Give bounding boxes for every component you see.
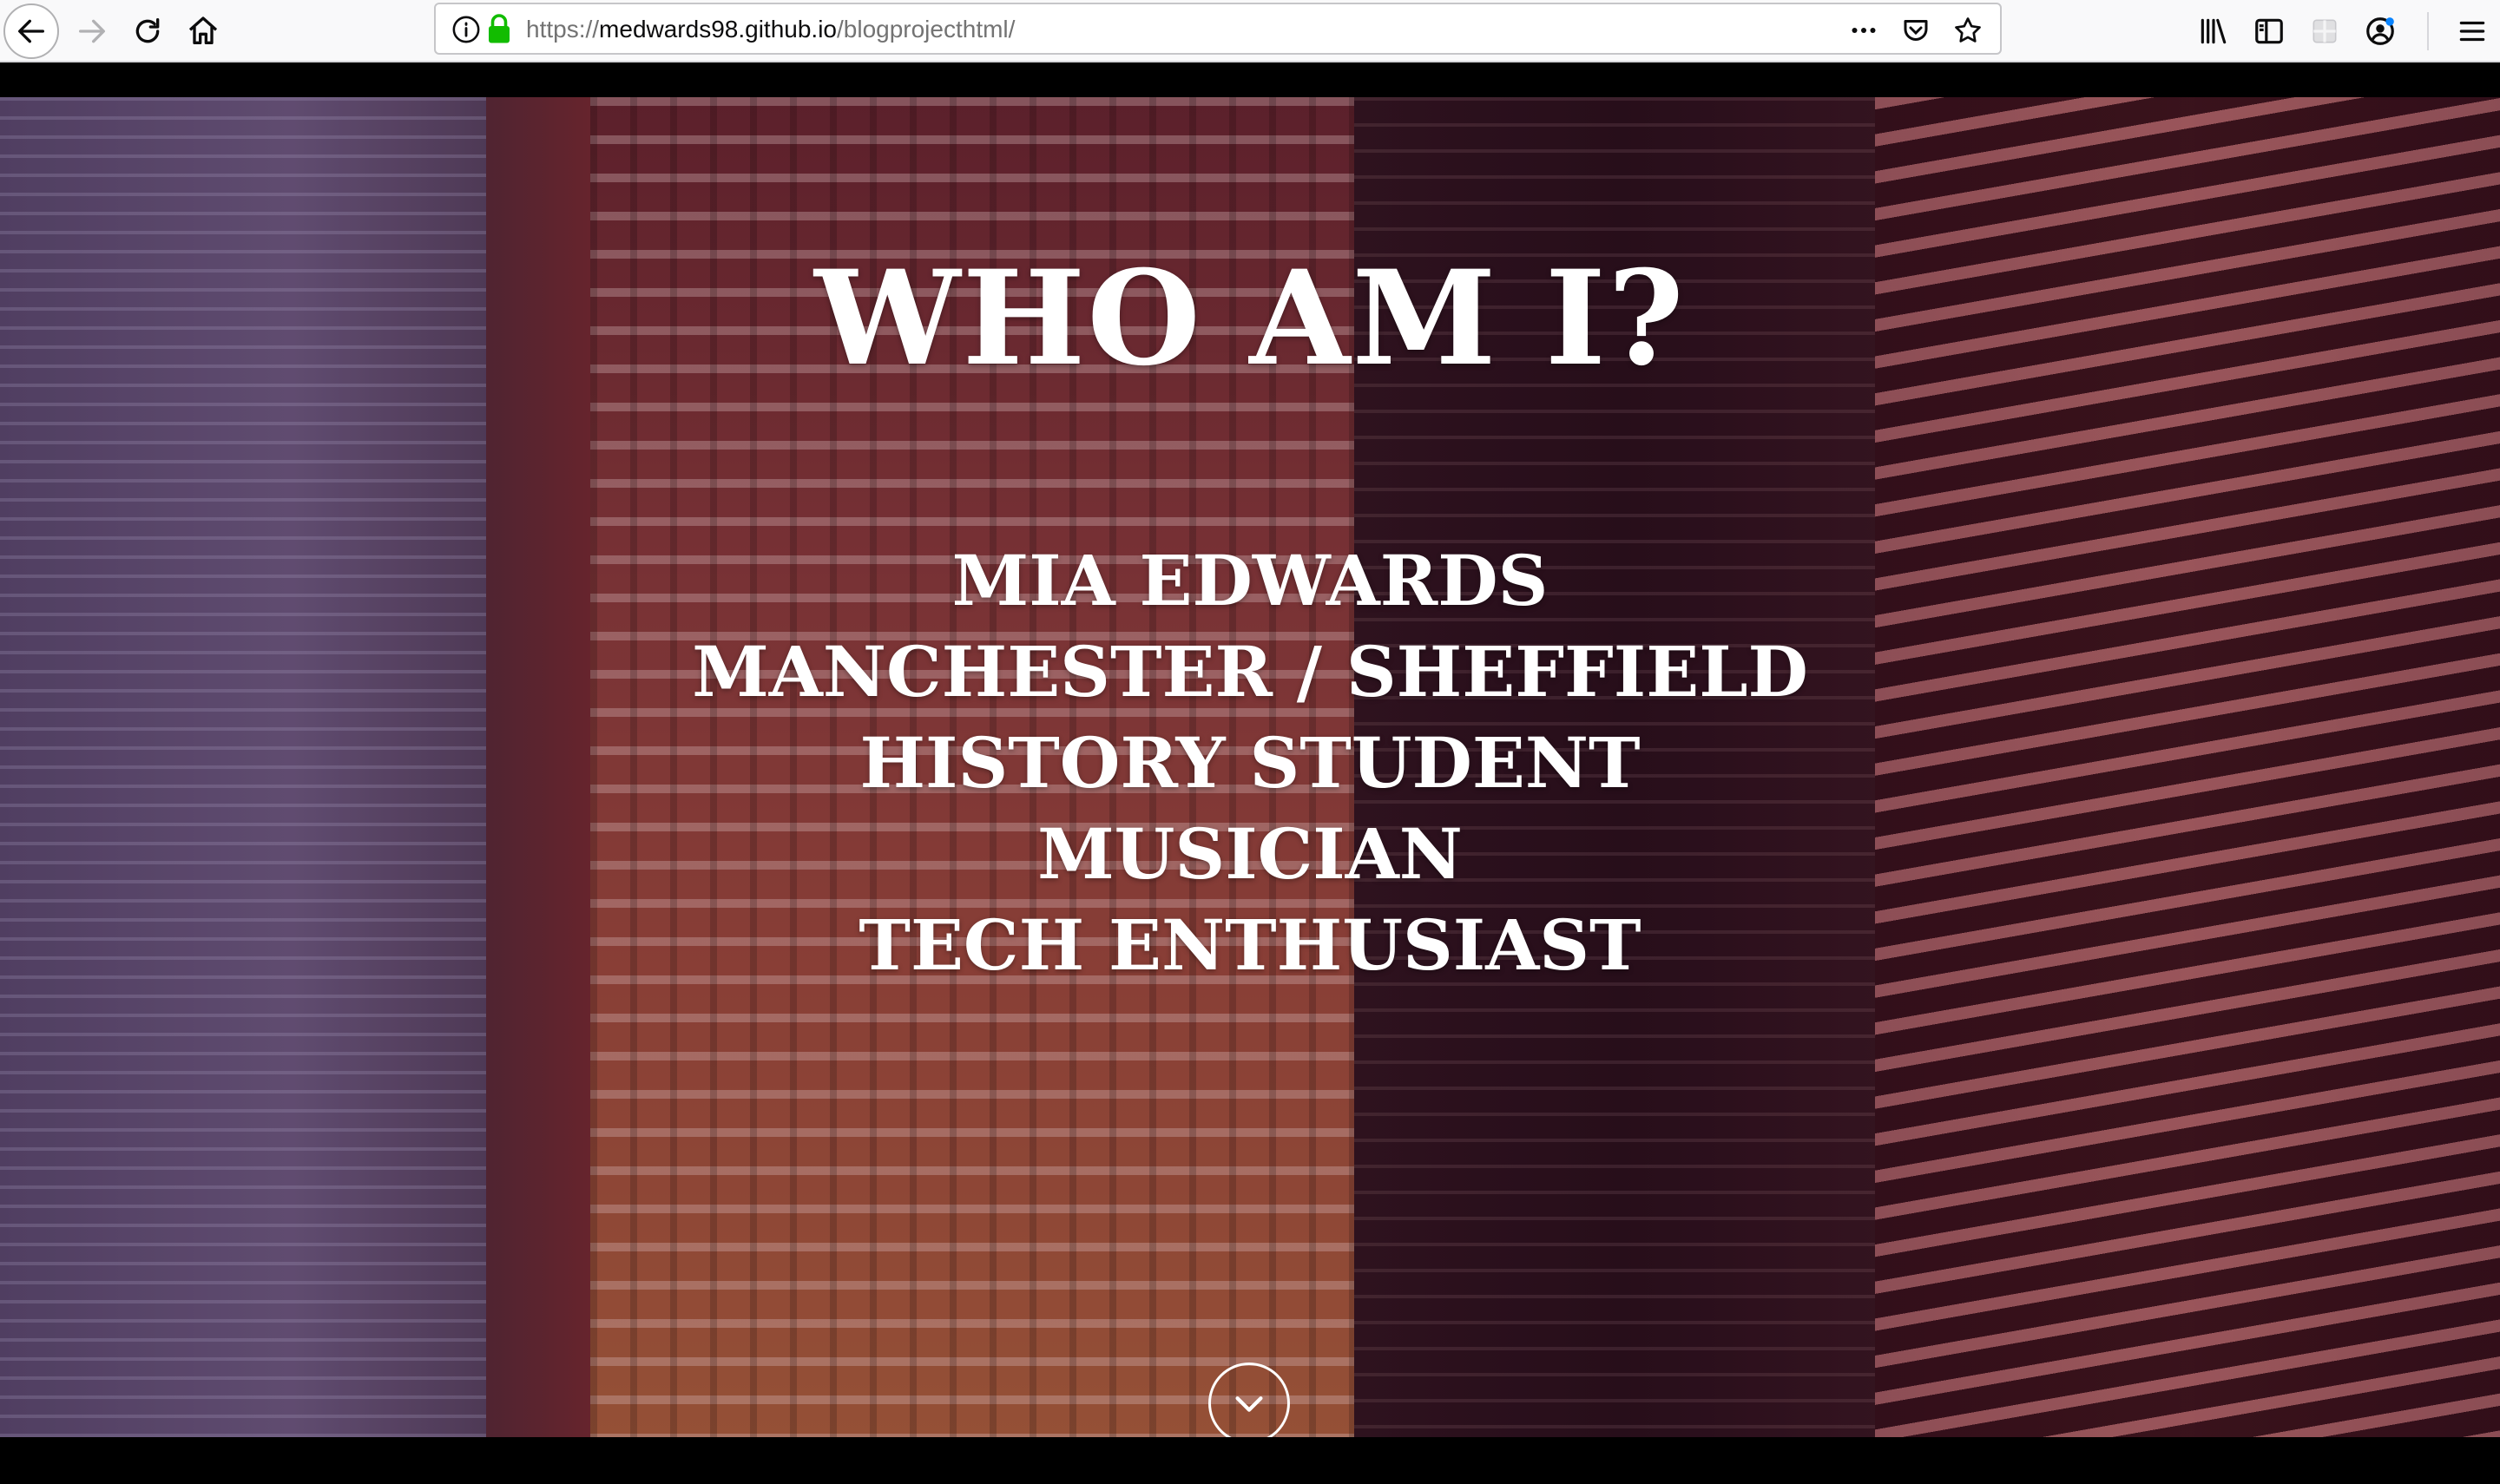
about-list: MIA EDWARDS MANCHESTER / SHEFFIELD HISTO… [0, 535, 2500, 991]
home-icon [188, 16, 218, 44]
browser-toolbar: https://medwards98.github.io/blogproject… [0, 0, 2500, 62]
toolbar-right-icons [2186, 3, 2500, 59]
page-bottom-bar [0, 1437, 2500, 1484]
page-top-bar [0, 62, 2500, 97]
home-button[interactable] [175, 3, 231, 59]
library-button[interactable] [2186, 3, 2241, 59]
about-occupation: HISTORY STUDENT [859, 722, 1641, 804]
scroll-down-button[interactable] [1208, 1363, 1290, 1444]
hamburger-menu-icon [2459, 21, 2485, 42]
forward-arrow-icon [79, 19, 106, 43]
sidebar-icon [2255, 18, 2283, 44]
extension-button[interactable] [2297, 3, 2352, 59]
more-dots-icon [1852, 28, 1876, 33]
forward-button[interactable] [64, 3, 120, 59]
extension-icon [2312, 19, 2337, 43]
chevron-down-icon [1235, 1396, 1263, 1412]
reload-button[interactable] [120, 3, 175, 59]
about-hobby-music: MUSICIAN [1037, 813, 1463, 895]
bookmark-star-icon [1955, 17, 1981, 43]
url-bar[interactable]: https://medwards98.github.io/blogproject… [434, 3, 2002, 55]
sidebar-button[interactable] [2241, 3, 2297, 59]
account-icon [2366, 17, 2394, 45]
hero-title: WHO AM I? [814, 242, 1686, 395]
menu-button[interactable] [2444, 3, 2500, 59]
bookmark-button[interactable] [1948, 11, 1988, 49]
toolbar-separator [2427, 12, 2429, 50]
pocket-button[interactable] [1896, 11, 1936, 49]
library-icon [2201, 18, 2227, 44]
hero-section: WHO AM I? MIA EDWARDS MANCHESTER / SHEFF… [0, 97, 2500, 1437]
account-button[interactable] [2352, 3, 2408, 59]
about-location: MANCHESTER / SHEFFIELD [692, 631, 1808, 712]
about-hobby-tech: TECH ENTHUSIAST [859, 904, 1641, 986]
url-scheme: https:// [526, 16, 600, 43]
reload-icon [135, 18, 160, 43]
back-arrow-icon [18, 19, 44, 43]
lock-icon[interactable] [486, 13, 512, 44]
url-domain: medwards98.github.io [599, 16, 837, 43]
url-actions [1844, 11, 1988, 49]
about-name: MIA EDWARDS [951, 540, 1549, 621]
info-icon[interactable] [451, 15, 481, 44]
url-text[interactable]: https://medwards98.github.io/blogproject… [526, 15, 1015, 44]
page-actions-button[interactable] [1844, 11, 1884, 49]
back-button[interactable] [3, 3, 59, 59]
pocket-icon [1904, 20, 1928, 41]
url-path: /blogprojecthtml/ [837, 16, 1016, 43]
